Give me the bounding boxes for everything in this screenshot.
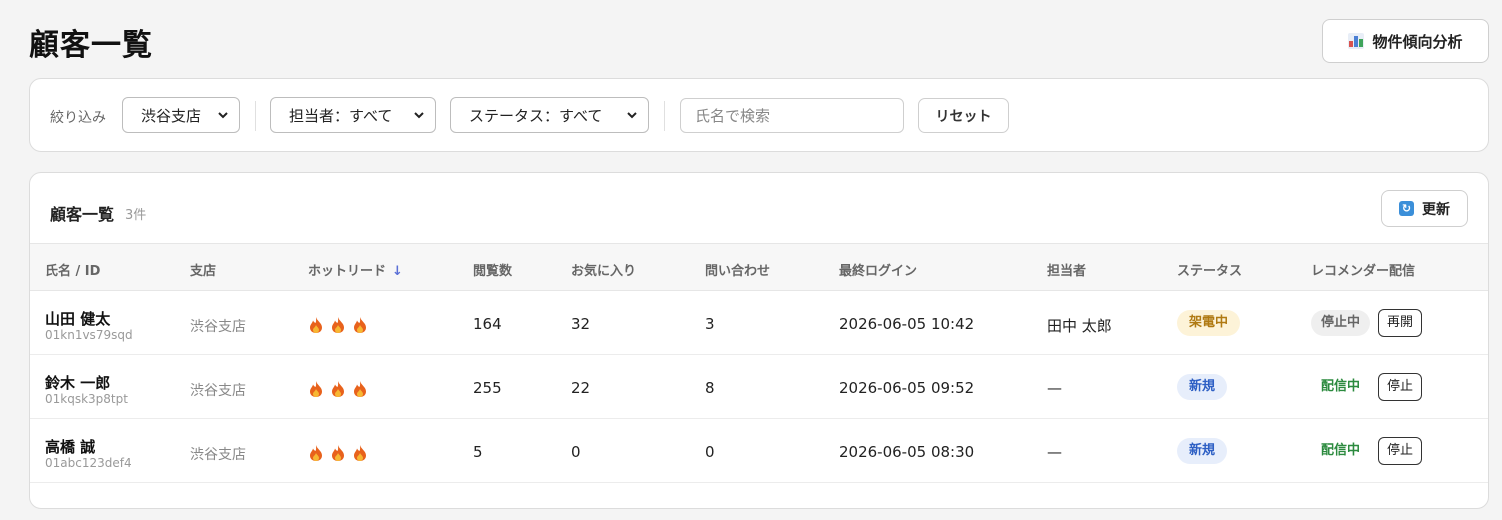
column-header-hot-lead-label: ホットリード [308,264,387,279]
hot-lead-indicator [308,380,368,398]
status-badge: 新規 [1177,374,1228,400]
recommender-status: 停止中 [1311,310,1371,336]
customer-name[interactable]: 高橋 誠 [45,436,95,457]
column-header-rep[interactable]: 担当者 [1047,260,1086,279]
page-title: 顧客一覧 [29,28,153,63]
column-header-branch[interactable]: 支店 [190,260,216,279]
column-header-last-login[interactable]: 最終ログイン [839,260,917,279]
list-title: 顧客一覧 [50,205,115,224]
filter-label: 絞り込み [50,110,106,126]
filter-bar: 絞り込み 渋谷支店 担当者：すべて ステータス：すべて リセット [29,78,1489,152]
chevron-down-icon [627,112,637,119]
bar-chart-icon [1348,33,1365,49]
chevron-down-icon [218,112,228,119]
inquiry-count: 0 [705,443,715,461]
table-row[interactable]: 山田 健太 01kn1vs79sqd 渋谷支店 164 32 3 2026-06… [30,291,1488,355]
view-count: 5 [473,443,483,461]
chevron-down-icon [414,112,424,119]
assigned-rep: — [1047,379,1062,397]
last-login: 2026-06-05 09:52 [839,379,975,397]
refresh-icon: ↻ [1399,201,1414,216]
assigned-rep: — [1047,443,1062,461]
flame-icon [332,445,344,461]
view-count: 255 [473,379,502,397]
customer-id: 01abc123def4 [45,456,132,470]
column-header-recommender[interactable]: レコメンダー配信 [1311,260,1415,279]
favorite-count: 0 [571,443,581,461]
customer-name[interactable]: 鈴木 一郎 [45,372,110,393]
status-badge: 架電中 [1177,310,1241,336]
table-row[interactable]: 鈴木 一郎 01kqsk3p8tpt 渋谷支店 255 22 8 2026-06… [30,355,1488,419]
analysis-button-label: 物件傾向分析 [1372,32,1463,51]
status-select-value: ステータス：すべて [469,106,603,125]
favorite-count: 22 [571,379,591,397]
refresh-button-label: 更新 [1422,201,1450,218]
name-search-input[interactable] [680,98,904,133]
property-trend-analysis-button[interactable]: 物件傾向分析 [1322,19,1489,63]
last-login: 2026-06-05 10:42 [839,315,975,333]
filter-divider [664,101,665,131]
column-header-inquiries[interactable]: 問い合わせ [705,260,770,279]
customer-branch: 渋谷支店 [190,383,246,399]
flame-icon [310,381,322,397]
customer-branch: 渋谷支店 [190,319,246,335]
flame-icon [354,317,366,333]
status-select[interactable]: ステータス：すべて [450,97,649,133]
column-header-favorites[interactable]: お気に入り [571,260,636,279]
status-badge: 新規 [1177,438,1228,464]
recommender-status: 配信中 [1321,443,1361,458]
assigned-rep: 田中 太郎 [1047,317,1112,335]
hot-lead-indicator [308,316,368,334]
reset-button[interactable]: リセット [918,98,1009,133]
flame-icon [354,381,366,397]
flame-icon [310,445,322,461]
customer-id: 01kqsk3p8tpt [45,392,128,406]
column-header-name[interactable]: 氏名 / ID [45,260,100,279]
stop-recommender-button[interactable]: 停止 [1378,373,1423,401]
inquiry-count: 8 [705,379,715,397]
sort-arrow-icon: ↓ [392,264,403,279]
hot-lead-indicator [308,444,368,462]
customer-branch: 渋谷支店 [190,447,246,463]
column-header-status[interactable]: ステータス [1177,260,1242,279]
list-count: 3件 [125,208,147,223]
flame-icon [332,381,344,397]
flame-icon [332,317,344,333]
column-header-views[interactable]: 閲覧数 [473,260,512,279]
rep-select[interactable]: 担当者：すべて [270,97,436,133]
refresh-button[interactable]: ↻ 更新 [1381,190,1468,227]
resume-recommender-button[interactable]: 再開 [1378,309,1423,337]
column-header-hot-lead[interactable]: ホットリード ↓ [308,260,403,279]
flame-icon [354,445,366,461]
rep-select-value: 担当者：すべて [289,106,393,125]
filter-divider [255,101,256,131]
last-login: 2026-06-05 08:30 [839,443,975,461]
flame-icon [310,317,322,333]
recommender-status: 配信中 [1321,379,1361,394]
stop-recommender-button[interactable]: 停止 [1378,437,1423,465]
view-count: 164 [473,315,502,333]
branch-select-value: 渋谷支店 [141,106,202,125]
customer-list-card: 顧客一覧 3件 ↻ 更新 氏名 / ID 支店 ホットリード ↓ 閲覧数 お気に入… [29,172,1489,509]
inquiry-count: 3 [705,315,715,333]
branch-select[interactable]: 渋谷支店 [122,97,240,133]
table-header: 氏名 / ID 支店 ホットリード ↓ 閲覧数 お気に入り 問い合わせ 最終ログイ… [30,243,1488,291]
favorite-count: 32 [571,315,591,333]
customer-id: 01kn1vs79sqd [45,328,133,342]
table-row[interactable]: 高橋 誠 01abc123def4 渋谷支店 5 0 0 2026-06-05 … [30,419,1488,483]
customer-name[interactable]: 山田 健太 [45,308,110,329]
